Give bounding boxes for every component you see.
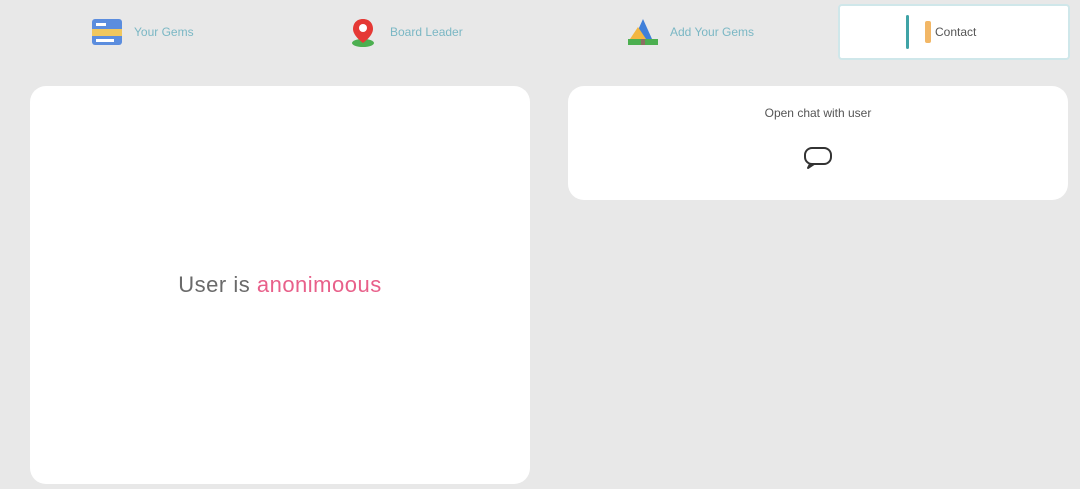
tab-contact-label: Contact — [935, 25, 977, 39]
user-prefix: User is — [178, 272, 251, 297]
top-tab-bar: Your Gems Board Leader Add Your Gems Con… — [0, 0, 1080, 68]
app-root: Your Gems Board Leader Add Your Gems Con… — [0, 0, 1080, 489]
user-card: User is anonimoous — [30, 86, 530, 484]
chat-card: Open chat with user — [568, 86, 1068, 200]
tab-board-leader-label: Board Leader — [390, 25, 463, 39]
map-pin-icon — [352, 19, 374, 47]
open-chat-button[interactable] — [800, 144, 836, 170]
chat-title: Open chat with user — [764, 106, 872, 120]
user-status-line: User is anonimoous — [178, 272, 381, 298]
tab-your-gems-label: Your Gems — [134, 25, 194, 39]
tab-divider — [906, 15, 909, 49]
tab-your-gems[interactable]: Your Gems — [90, 8, 194, 56]
id-card-icon — [92, 19, 122, 45]
tab-add-your-gems-label: Add Your Gems — [670, 25, 755, 39]
tab-add-your-gems[interactable]: Add Your Gems — [626, 8, 754, 56]
tab-contact[interactable]: Contact — [838, 4, 1070, 60]
tag-icon — [925, 21, 931, 43]
tab-board-leader[interactable]: Board Leader — [346, 8, 463, 56]
chat-bubble-icon — [804, 147, 832, 169]
user-name: anonimoous — [256, 272, 382, 297]
tree-icon — [628, 19, 658, 45]
